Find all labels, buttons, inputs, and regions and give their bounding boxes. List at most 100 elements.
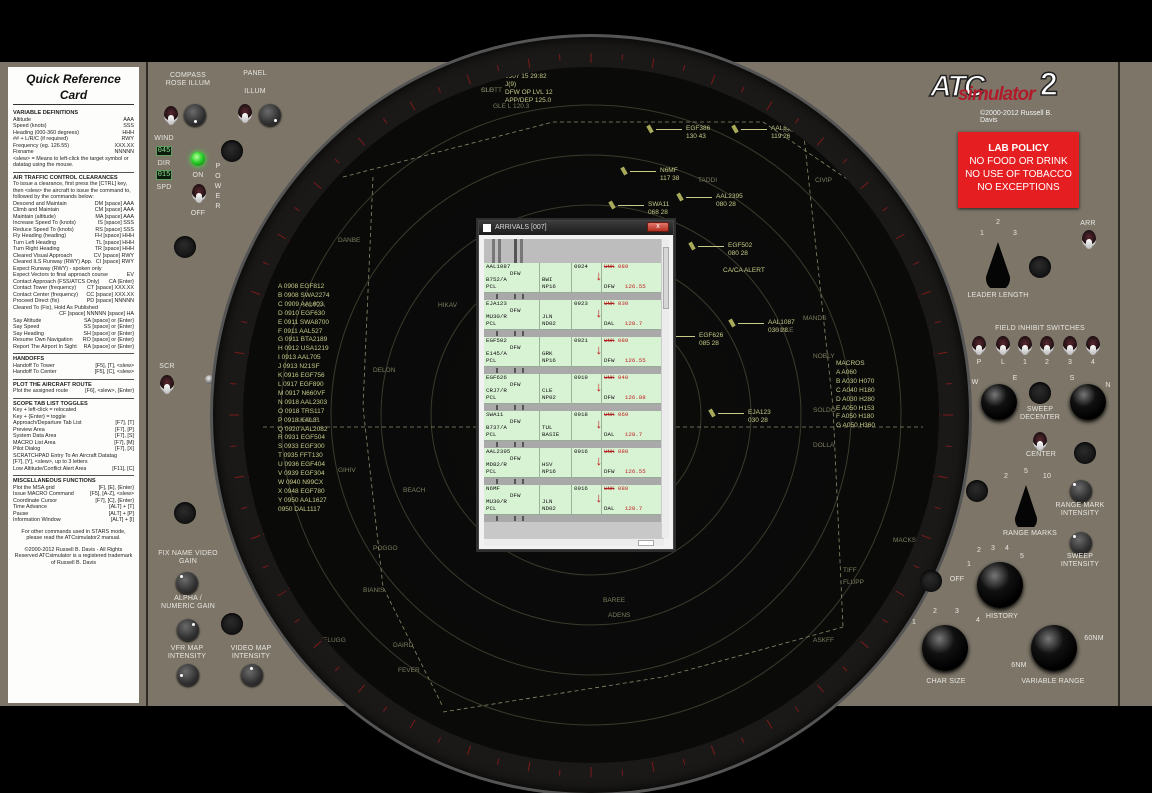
strip-col-route: TUL BASIE <box>540 411 572 441</box>
macro-item[interactable]: C A040 H180 <box>836 387 875 396</box>
compass-rose-illum-knob[interactable] <box>184 104 206 126</box>
preview-list-item[interactable]: X 0948 EGF780 <box>278 488 329 497</box>
preview-list-item[interactable]: 0950 DAL1117 <box>278 506 329 515</box>
strip-col-route: BWI NP16 <box>540 263 572 293</box>
field-inhibit-switch[interactable] <box>1063 336 1077 355</box>
leader-pos-label: 1 <box>979 230 985 237</box>
close-button[interactable]: x <box>647 222 669 232</box>
preview-list-item[interactable]: O 0918 TRS117 <box>278 408 329 417</box>
panel-hole <box>174 236 196 258</box>
field-inhibit-switch[interactable] <box>996 336 1010 355</box>
preview-list-item[interactable]: B 0908 SWA2274 <box>278 292 329 301</box>
char-size-knob[interactable] <box>922 625 968 671</box>
preview-list-item[interactable]: K 0916 EGF756 <box>278 372 329 381</box>
preview-list-item[interactable]: G 0911 BTA2189 <box>278 336 329 345</box>
strip-col-aircraft: EJA123 DFW MU30/R PCL <box>484 300 540 330</box>
field-inhibit-switch[interactable] <box>1040 336 1054 355</box>
aircraft-datablock[interactable]: EGF502 080 28 <box>728 242 752 258</box>
preview-list-item[interactable]: W 0940 N99CX <box>278 479 329 488</box>
preview-list-item[interactable]: Q 0920 AAL2082 <box>278 426 329 435</box>
preview-list-item[interactable]: S 0933 EGF300 <box>278 443 329 452</box>
sweep-intensity-knob[interactable] <box>1070 532 1092 554</box>
qrc-row: Report The Airport In Sight RA [space] or… <box>13 344 134 351</box>
aircraft-datablock[interactable]: EGF626 085 28 <box>699 332 723 348</box>
aircraft-datablock[interactable]: EJA123 030 28 <box>748 409 771 425</box>
scr-toggle[interactable] <box>160 375 174 394</box>
preview-list-item[interactable]: F 0911 AAL527 <box>278 328 329 337</box>
field-inhibit-switch[interactable] <box>1086 336 1100 355</box>
preview-list-item[interactable]: V 0939 EGF304 <box>278 470 329 479</box>
qrc-section-heading: HANDOFFS <box>13 353 134 363</box>
arrivals-titlebar[interactable]: ARRIVALS [007] x <box>479 221 673 235</box>
vertical-scrollbar[interactable] <box>661 239 669 539</box>
range-mark-intensity-knob[interactable] <box>1070 480 1092 502</box>
macro-item[interactable]: G A050 H360 <box>836 422 875 431</box>
leader-length-pointer-knob[interactable] <box>985 240 1011 288</box>
field-inhibit-switch[interactable] <box>972 336 986 355</box>
preview-list-item[interactable]: E 0911 SWA8700 <box>278 319 329 328</box>
history-label: HISTORY <box>985 613 1019 620</box>
range-marks-pointer-knob[interactable] <box>1013 483 1039 527</box>
datablock-data: 080 28 <box>728 250 748 257</box>
strip-new-altitude: 080 <box>617 448 629 455</box>
flight-strip[interactable]: AAL1087 DFW B752/A PCL BWI NP16 0924 ↓ U… <box>484 263 668 293</box>
preview-list-item[interactable]: I 0913 AAL705 <box>278 354 329 363</box>
strip-rule: PCL <box>486 430 497 438</box>
preview-list-item[interactable]: A 0908 EGF812 <box>278 283 329 292</box>
macro-item[interactable]: E A050 H153 <box>836 405 875 414</box>
scroll-thumb[interactable] <box>663 247 669 309</box>
flight-strip[interactable]: EGF502 DFW E145/A PCL GRK NP16 0921 ↓ UN… <box>484 337 668 367</box>
aircraft-datablock[interactable]: EGF386 130 43 <box>686 125 710 141</box>
scroll-thumb[interactable] <box>638 540 654 546</box>
macro-item[interactable]: D A030 H280 <box>836 396 875 405</box>
vfr-map-intensity-knob[interactable] <box>177 664 199 686</box>
range-mark-value: 5 <box>1023 468 1029 475</box>
quick-reference-card: Quick Reference Card VARIABLE DEFINITION… <box>8 67 139 703</box>
aircraft-datablock[interactable]: N6MF 117 38 <box>660 167 679 183</box>
flight-strip[interactable]: AAL2395 DFW MD82/R PCL HSV NP16 0916 ↓ U… <box>484 448 668 478</box>
flight-strip[interactable]: SWA11 DFW B737/A PCL TUL BASIE 0918 ↓ UN… <box>484 411 668 441</box>
map-fix: DELON <box>373 367 396 374</box>
flight-strip[interactable]: EJA123 DFW MU30/R PCL JLN ND02 0923 ↓ UN… <box>484 300 668 330</box>
macro-item[interactable]: B A030 H070 <box>836 378 875 387</box>
decenter-sn-knob[interactable] <box>1070 384 1106 420</box>
macro-item[interactable]: F A050 H180 <box>836 413 875 422</box>
flight-strip[interactable]: N6MF DFW MU30/R PCL JLN ND02 0916 ↓ UNK … <box>484 485 668 515</box>
fix-name-gain-knob[interactable] <box>176 572 198 594</box>
preview-list-item[interactable]: U 0936 EGF404 <box>278 461 329 470</box>
horizontal-scrollbar[interactable] <box>484 538 664 546</box>
arrivals-strip-list[interactable]: AAL1087 DFW B752/A PCL BWI NP16 0924 ↓ U… <box>484 239 668 539</box>
preview-list-item[interactable]: D 0910 EGF630 <box>278 310 329 319</box>
strip-route: ND02 <box>542 319 556 327</box>
preview-list-item[interactable]: T 0935 FFT130 <box>278 452 329 461</box>
leader-line <box>738 323 764 324</box>
center-toggle[interactable] <box>1033 432 1047 451</box>
field-inhibit-switch[interactable] <box>1018 336 1032 355</box>
qrc-content: VARIABLE DEFINITIONS Altitude AAA Speed (kn… <box>13 108 134 524</box>
preview-list-item[interactable]: M 0917 N660VF <box>278 390 329 399</box>
decenter-we-knob[interactable] <box>981 384 1017 420</box>
arrivals-window[interactable]: ARRIVALS [007] x AAL1087 DFW B752/A PCL … <box>478 220 674 550</box>
panel-hole <box>920 570 942 592</box>
flight-strip[interactable]: EGF626 DFW CRJ7/R PCL CLE NP02 0919 ↓ UN… <box>484 374 668 404</box>
compass-rose-illum-toggle[interactable] <box>164 106 178 125</box>
preview-list-item[interactable]: N 0918 AAL2303 <box>278 399 329 408</box>
history-knob[interactable] <box>977 562 1023 608</box>
preview-list-item[interactable]: J 0913 N21SF <box>278 363 329 372</box>
macro-item[interactable]: A A060 <box>836 369 875 378</box>
preview-list-item[interactable]: Y 0950 AAL1627 <box>278 497 329 506</box>
power-toggle[interactable] <box>192 184 206 203</box>
variable-range-knob[interactable] <box>1031 625 1077 671</box>
aircraft-datablock[interactable]: AAL2395 080 28 <box>716 193 743 209</box>
preview-list-item[interactable]: R 0931 EGF504 <box>278 434 329 443</box>
aircraft-datablock[interactable]: SWA11 068 28 <box>648 201 669 217</box>
preview-list[interactable]: A 0908 EGF812 B 0908 SWA2274 C 0909 AAL603… <box>278 283 329 515</box>
alpha-numeric-gain-knob[interactable] <box>177 619 199 641</box>
preview-list-item[interactable]: H 0912 USA1219 <box>278 345 329 354</box>
system-data-line: 0907 15 29:82 <box>505 73 547 80</box>
map-fix: MANDS <box>803 315 827 322</box>
macro-list[interactable]: MACROS A A060 B A030 H070 C A040 H180 D A03… <box>836 360 875 431</box>
arr-toggle[interactable] <box>1082 230 1096 249</box>
preview-list-item[interactable]: L 0917 EGF890 <box>278 381 329 390</box>
strip-rule: PCL <box>486 467 497 475</box>
